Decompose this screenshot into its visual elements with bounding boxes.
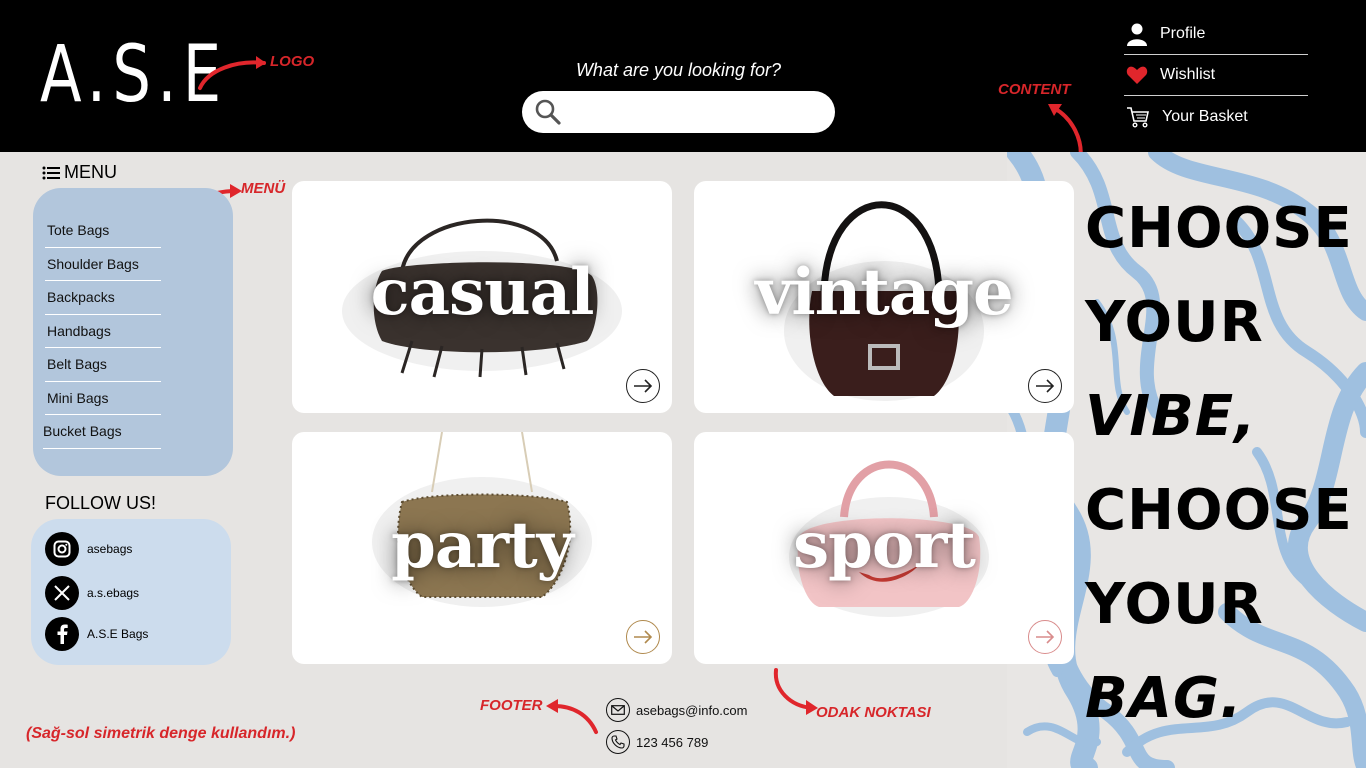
logo-annotation: LOGO	[270, 53, 315, 70]
card-arrow-button[interactable]	[1028, 369, 1062, 403]
content-annotation: CONTENT	[998, 81, 1071, 98]
menu-toggle[interactable]: MENU	[42, 162, 117, 183]
category-card-vintage[interactable]: vintage	[694, 181, 1074, 413]
slogan-line: YOUR	[1085, 290, 1264, 355]
card-arrow-button[interactable]	[626, 369, 660, 403]
footer-email[interactable]: asebags@info.com	[606, 698, 747, 722]
person-icon	[1127, 23, 1147, 46]
category-menu: Tote Bags Shoulder Bags Backpacks Handba…	[33, 188, 233, 476]
card-label: casual	[370, 255, 595, 330]
social-links: asebags a.s.ebags A.S.E Bags	[31, 519, 231, 665]
social-handle: A.S.E Bags	[87, 627, 149, 641]
search-input[interactable]	[522, 91, 835, 133]
social-instagram[interactable]: asebags	[45, 532, 132, 566]
social-handle: a.s.ebags	[87, 586, 140, 600]
slogan-line: YOUR	[1085, 572, 1264, 637]
profile-link[interactable]: Profile	[1124, 14, 1308, 55]
card-label: party	[391, 508, 574, 583]
search-icon[interactable]	[534, 98, 562, 126]
slogan-line: CHOOSE	[1085, 478, 1353, 543]
menu-title: MENU	[64, 162, 117, 182]
facebook-icon	[45, 617, 79, 651]
wishlist-label: Wishlist	[1160, 66, 1216, 83]
slogan-line: VIBE,	[1085, 384, 1257, 449]
cart-icon	[1127, 106, 1149, 128]
heart-icon	[1126, 66, 1148, 84]
footer-phone[interactable]: 123 456 789	[606, 730, 708, 754]
menu-item-tote-bags[interactable]: Tote Bags	[45, 214, 161, 248]
category-card-party[interactable]: party	[292, 432, 672, 664]
category-card-sport[interactable]: sport	[694, 432, 1074, 664]
profile-label: Profile	[1160, 25, 1206, 42]
list-icon	[42, 166, 60, 179]
design-note: (Sağ-sol simetrik denge kullandım.)	[26, 725, 296, 742]
user-menu: Profile Wishlist Your Basket	[1124, 14, 1308, 137]
social-facebook[interactable]: A.S.E Bags	[45, 617, 148, 651]
focus-annotation-arrow	[773, 668, 818, 715]
focus-annotation: ODAK NOKTASI	[816, 704, 931, 721]
footer-annotation-arrow	[546, 699, 598, 734]
card-arrow-button[interactable]	[1028, 620, 1062, 654]
menu-annotation: MENÜ	[241, 180, 286, 197]
arrow-right-icon	[634, 379, 653, 393]
instagram-icon	[45, 532, 79, 566]
menu-item-mini-bags[interactable]: Mini Bags	[45, 382, 161, 415]
footer-annotation: FOOTER	[480, 697, 543, 714]
wishlist-link[interactable]: Wishlist	[1124, 55, 1308, 96]
arrow-right-icon	[1036, 379, 1055, 393]
slogan: CHOOSE YOUR VIBE, CHOOSE YOUR BAG.	[1085, 182, 1353, 746]
basket-link[interactable]: Your Basket	[1124, 96, 1308, 137]
social-handle: asebags	[87, 542, 133, 556]
arrow-right-icon	[634, 630, 653, 644]
social-x[interactable]: a.s.ebags	[45, 576, 139, 610]
mail-icon	[606, 698, 630, 722]
logo-annotation-arrow	[198, 56, 266, 90]
menu-item-belt-bags[interactable]: Belt Bags	[45, 348, 161, 382]
card-label: vintage	[755, 255, 1014, 330]
menu-item-shoulder-bags[interactable]: Shoulder Bags	[45, 248, 161, 281]
email-text: asebags@info.com	[636, 702, 748, 718]
follow-title: FOLLOW US!	[45, 493, 157, 513]
card-label: sport	[793, 508, 976, 583]
phone-text: 123 456 789	[636, 734, 709, 750]
menu-item-bucket-bags[interactable]: Bucket Bags	[43, 415, 161, 449]
x-icon	[45, 576, 79, 610]
menu-item-handbags[interactable]: Handbags	[45, 315, 161, 348]
slogan-line: BAG.	[1085, 666, 1243, 731]
basket-label: Your Basket	[1162, 107, 1248, 125]
category-card-casual[interactable]: casual	[292, 181, 672, 413]
arrow-right-icon	[1036, 630, 1055, 644]
card-arrow-button[interactable]	[626, 620, 660, 654]
menu-item-backpacks[interactable]: Backpacks	[45, 281, 161, 315]
slogan-line: CHOOSE	[1085, 196, 1353, 261]
phone-icon	[606, 730, 630, 754]
search-prompt: What are you looking for?	[575, 60, 782, 80]
